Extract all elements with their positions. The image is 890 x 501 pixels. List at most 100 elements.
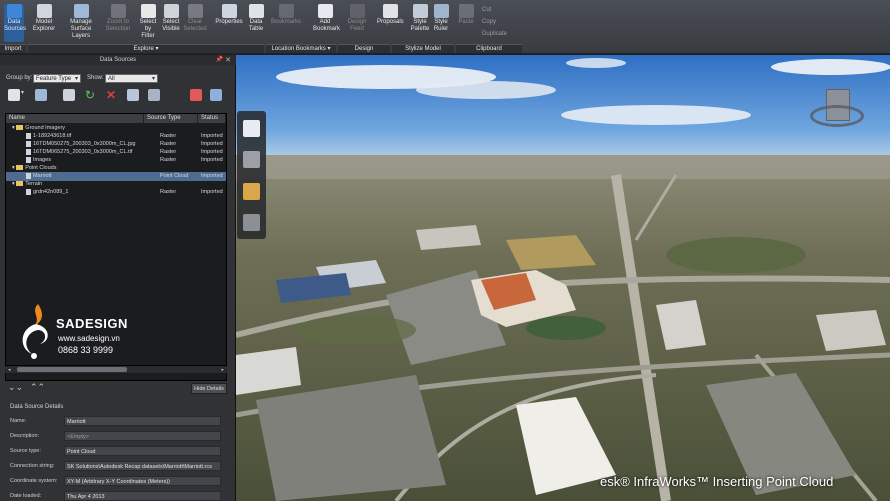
properties-icon[interactable] [210, 89, 222, 101]
expand-icon[interactable]: ⌃⌃ [30, 382, 45, 393]
close-source-icon[interactable] [190, 89, 202, 101]
column-status[interactable]: Status [198, 114, 226, 123]
model-explorer-icon [36, 4, 52, 18]
measure-icon[interactable] [243, 183, 260, 200]
select-visible-icon [163, 4, 179, 18]
detail-field[interactable]: SK Solutions\Autodesk Recap datasets\Mar… [64, 461, 221, 471]
row-name: Marriott [33, 173, 52, 179]
detail-field[interactable]: Marriott [64, 416, 221, 426]
3d-viewport[interactable] [236, 55, 890, 501]
view-cube-icon[interactable] [810, 89, 864, 139]
column-name[interactable]: Name [6, 114, 144, 123]
flame-logo-icon [22, 304, 48, 359]
detail-label: Name: [10, 418, 27, 424]
group-by-label: Group by: [6, 75, 33, 81]
collapse-icon[interactable]: ⌄⌄ [8, 382, 23, 393]
pin-icon[interactable]: 📌 [216, 56, 223, 63]
chevron-down-icon[interactable]: ▾ [21, 89, 27, 101]
ribbon-group-label[interactable]: Location Bookmarks ▾ [266, 44, 336, 53]
data-sources-button[interactable]: Data Sources [4, 4, 27, 42]
paste-button[interactable]: Paste [458, 4, 474, 26]
ribbon-button-label: Design Feed [347, 19, 367, 32]
ribbon-group-label[interactable]: Explore ▾ [28, 44, 264, 53]
detail-field[interactable]: Point Cloud [64, 446, 221, 456]
row-name: 16TDM050275_200303_0x3000m_CL.jpg [33, 141, 136, 147]
style-ruler-icon [433, 4, 449, 18]
proposals-button[interactable]: Proposals [377, 4, 404, 26]
file-icon [26, 140, 31, 147]
detail-field[interactable]: XY-M (Arbitrary X-Y Coordinates (Meters)… [64, 476, 221, 486]
brand-name: SADESIGN [56, 316, 128, 331]
group-by-select[interactable]: Feature Type ▾ [33, 74, 81, 83]
detail-label: Source type: [10, 448, 41, 454]
ribbon-group-label[interactable]: Import [0, 44, 26, 53]
ribbon-group-label[interactable]: Stylize Model [392, 44, 454, 53]
ribbon-button-label: Proposals [377, 19, 404, 25]
paste-icon [458, 4, 474, 18]
clipboard-copy-button[interactable]: Copy [482, 18, 496, 27]
row-name: Ground Imagery [25, 125, 66, 131]
ribbon-button-label: Properties [215, 19, 243, 25]
ribbon-button-label: Zoom to Selection [105, 19, 131, 32]
horizontal-scrollbar[interactable]: ◂ ▸ [5, 365, 227, 373]
row-name: 16TDM065275_200303_0x3000m_CL.tif [33, 149, 133, 155]
database-icon[interactable] [35, 89, 47, 101]
ribbon-button-label: Style Ruler [433, 19, 449, 32]
file-icon [26, 156, 31, 163]
model-explorer-button[interactable]: Model Explorer [32, 4, 56, 33]
design-feed-button[interactable]: Design Feed [340, 4, 374, 33]
data-table-button[interactable]: Data Table [246, 4, 266, 33]
close-icon[interactable]: ✕ [225, 56, 231, 64]
ribbon-button-label: Select by Filter [139, 19, 157, 39]
detail-field[interactable]: <Empty> [64, 431, 221, 441]
style-ruler-button[interactable]: Style Ruler [432, 4, 450, 33]
refresh-icon[interactable]: ↻ [84, 89, 96, 101]
detail-label: Coordinate system: [10, 478, 58, 484]
ribbon-button-label: Data Table [248, 19, 264, 32]
export-icon[interactable] [148, 89, 160, 101]
clipboard-duplicate-button[interactable]: Duplicate [482, 30, 507, 39]
hide-details-button[interactable]: Hide Details [191, 383, 227, 394]
folder-icon [16, 181, 24, 187]
new-source-icon[interactable] [8, 89, 20, 101]
proposals-icon [382, 4, 398, 18]
configure-icon[interactable] [127, 89, 139, 101]
select-visible-button[interactable]: Select Visible [161, 4, 181, 33]
ribbon-group-label[interactable]: Design [338, 44, 390, 53]
clear-selected-button[interactable]: Clear Selected [182, 4, 208, 33]
layers-icon[interactable] [243, 214, 260, 231]
folder-icon [16, 125, 24, 131]
ribbon-button-label: Bookmarks [270, 19, 301, 25]
clear-selected-icon [187, 4, 203, 18]
select-cursor-icon[interactable] [243, 120, 260, 137]
style-palette-button[interactable]: Style Palette [410, 4, 430, 33]
detail-label: Date loaded: [10, 493, 42, 499]
properties-button[interactable]: Properties [214, 4, 244, 26]
sadesign-logo: SADESIGN www.sadesign.vn 0868 33 9999 [16, 302, 136, 362]
ribbon-button-label: Clear Selected [183, 19, 207, 32]
select-by-filter-button[interactable]: Select by Filter [136, 4, 160, 40]
show-select[interactable]: All ▾ [105, 74, 158, 83]
manage-surface-layers-button[interactable]: Manage Surface Layers [62, 4, 100, 40]
remove-icon[interactable]: ✕ [105, 89, 117, 101]
table-row[interactable]: grdn42n089_1 Raster Imported [6, 188, 226, 197]
detail-field[interactable]: Thu Apr 4 2013 [64, 491, 221, 501]
bookmarks-button[interactable]: Bookmarks [268, 4, 304, 26]
file-icon [26, 132, 31, 139]
ribbon-group-label[interactable]: Clipboard [456, 44, 522, 53]
ribbon-button-label: Data Sources [4, 19, 27, 32]
panel-title: Data Sources [0, 55, 236, 65]
aerial-city-scene [236, 55, 890, 501]
details-title: Data Source Details [10, 404, 64, 410]
ribbon-button-label: Add Bookmark [313, 19, 341, 32]
column-source-type[interactable]: Source Type [144, 114, 198, 123]
ribbon-button-label: Manage Surface Layers [70, 19, 92, 39]
add-bookmark-button[interactable]: Add Bookmark [313, 4, 341, 33]
zoom-to-selection-button[interactable]: Zoom to Selection [104, 4, 132, 33]
ribbon-toolbar: Data Sources Model Explorer Manage Surface… [0, 0, 890, 54]
copy-source-icon[interactable] [63, 89, 75, 101]
row-name: Terrain [25, 181, 43, 187]
grid-icon[interactable] [243, 151, 260, 168]
row-name: Point Clouds [25, 165, 57, 171]
clipboard-cut-button[interactable]: Cut [482, 6, 491, 15]
